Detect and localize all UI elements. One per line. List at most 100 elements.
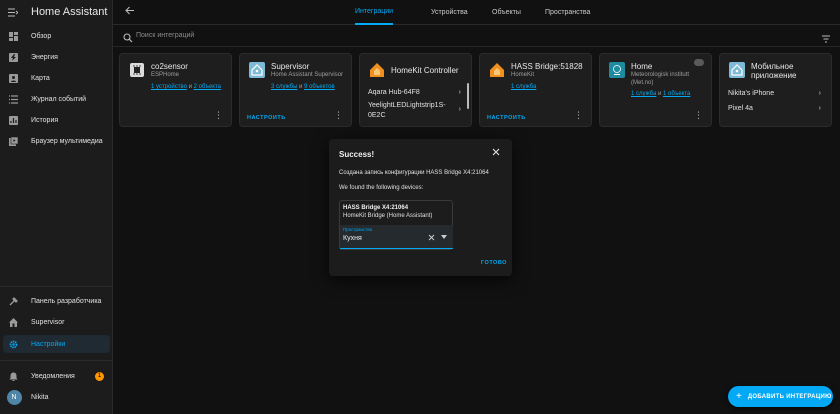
- card-links: 1 служба и 1 объекта: [631, 91, 690, 97]
- card-subtitle-2: (Met.no): [631, 80, 654, 86]
- media-icon: [3, 136, 23, 146]
- configure-button[interactable]: НАСТРОИТЬ: [247, 115, 286, 121]
- integration-card-hass-bridge[interactable]: HASS Bridge:51828 HomeKit 1 служба НАСТР…: [479, 53, 592, 127]
- area-input[interactable]: Кухня: [343, 235, 362, 242]
- services-link[interactable]: 3 службы: [271, 84, 297, 90]
- sidebar-item-notifications[interactable]: Уведомления 1: [3, 367, 110, 385]
- sidebar-item-energy[interactable]: Энергия: [3, 48, 110, 66]
- card-subtitle: ESPHome: [151, 72, 180, 78]
- integration-card-homekit-controller[interactable]: HomeKit Controller Aqara Hub-64F8 › Yeel…: [359, 53, 472, 127]
- devices-link[interactable]: 1 устройство: [151, 84, 187, 90]
- services-link[interactable]: 1 служба: [631, 91, 656, 97]
- card-links: 1 служба: [511, 84, 536, 90]
- tab-integrations[interactable]: Интеграции: [355, 0, 394, 25]
- entities-link[interactable]: 2 объекта: [194, 84, 221, 90]
- sidebar-item-label: История: [31, 116, 59, 124]
- device-row[interactable]: Nikita's iPhone: [728, 90, 774, 97]
- dropdown-arrow-icon[interactable]: [441, 235, 447, 241]
- sidebar-item-logbook[interactable]: Журнал событий: [3, 90, 110, 108]
- dialog-title: Success!: [339, 150, 375, 159]
- integration-card-supervisor[interactable]: Supervisor Home Assistant Supervisor 3 с…: [239, 53, 352, 127]
- success-dialog: Success! Создана запись конфигурации HAS…: [329, 139, 512, 276]
- search-icon: [123, 30, 133, 43]
- energy-icon: [3, 52, 23, 62]
- dialog-found-text: We found the following devices:: [339, 185, 424, 191]
- sidebar-item-label: Nikita: [31, 393, 49, 401]
- overflow-menu-icon[interactable]: ⋮: [574, 111, 583, 120]
- sidebar-item-settings[interactable]: Настройки: [3, 335, 110, 353]
- integration-card-co2sensor[interactable]: co2sensor ESPHome 1 устройство и 2 объек…: [119, 53, 232, 127]
- sidebar-item-supervisor[interactable]: Supervisor: [3, 313, 110, 331]
- card-subtitle: HomeKit: [511, 72, 535, 78]
- card-title: Home: [631, 62, 653, 71]
- link-conjunction: и: [186, 84, 194, 90]
- chevron-right-icon[interactable]: ›: [459, 89, 461, 96]
- menu-icon[interactable]: [8, 7, 18, 17]
- sidebar-item-map[interactable]: Карта: [3, 69, 110, 87]
- sidebar-divider: [0, 286, 113, 287]
- back-arrow-icon[interactable]: [125, 6, 135, 18]
- sidebar-item-label: Уведомления: [31, 372, 75, 380]
- area-field-label: Пространство: [343, 227, 373, 232]
- avatar: N: [6, 389, 22, 405]
- card-title-2: приложение: [751, 71, 797, 80]
- sidebar-item-overview[interactable]: Обзор: [3, 27, 110, 45]
- device-model: HomeKit Bridge (Home Assistant): [343, 213, 433, 219]
- card-title: HASS Bridge:51828: [511, 62, 583, 71]
- sidebar-item-label: Обзор: [31, 32, 52, 40]
- plus-icon: +: [736, 391, 742, 402]
- home-icon: [3, 317, 23, 327]
- overflow-menu-icon[interactable]: ⋮: [334, 111, 343, 120]
- clear-icon[interactable]: [428, 234, 435, 243]
- link-conjunction: и: [656, 91, 663, 97]
- device-row[interactable]: Pixel 4a: [728, 105, 753, 112]
- overflow-menu-icon[interactable]: ⋮: [694, 111, 703, 120]
- logbook-icon: [3, 94, 23, 104]
- card-title: Мобильное: [751, 62, 794, 71]
- card-links: 1 устройство и 2 объекта: [151, 84, 221, 90]
- sidebar-item-label: Настройки: [31, 340, 66, 348]
- card-links: 3 службы и 9 объектов: [271, 84, 335, 90]
- search-bar[interactable]: Поиск интеграций: [113, 27, 840, 47]
- area-picker[interactable]: Пространство Кухня: [340, 225, 453, 249]
- tab-devices[interactable]: Устройства: [431, 0, 468, 25]
- add-integration-button[interactable]: + ДОБАВИТЬ ИНТЕГРАЦИЮ: [728, 386, 833, 407]
- integration-card-mobile-app[interactable]: Мобильное приложение Nikita's iPhone › P…: [719, 53, 832, 127]
- card-title: HomeKit Controller: [391, 66, 459, 75]
- cloud-icon: [694, 59, 704, 66]
- met-no-logo-icon: [609, 62, 625, 78]
- integration-card-met-no[interactable]: Home Meteorologisk institutt (Met.no) 1 …: [599, 53, 712, 127]
- tab-areas[interactable]: Пространства: [545, 0, 590, 25]
- device-row[interactable]: Aqara Hub-64F8: [368, 89, 420, 96]
- entities-link[interactable]: 9 объектов: [304, 84, 335, 90]
- sidebar-item-media-browser[interactable]: Браузер мультимедиа: [3, 132, 110, 150]
- card-subtitle: Meteorologisk institutt: [631, 72, 690, 78]
- tab-entities[interactable]: Объекты: [492, 0, 521, 25]
- card-title: co2sensor: [151, 62, 188, 71]
- chevron-right-icon[interactable]: ›: [459, 106, 461, 113]
- sidebar-item-label: Журнал событий: [31, 95, 87, 103]
- notification-badge: 1: [95, 371, 104, 381]
- sidebar-item-label: Supervisor: [31, 318, 65, 326]
- overflow-menu-icon[interactable]: ⋮: [214, 111, 223, 120]
- sidebar: Home Assistant Обзор Энергия Карта Журна…: [0, 0, 113, 414]
- scrollbar[interactable]: [467, 83, 469, 109]
- services-link[interactable]: 1 служба: [511, 84, 536, 90]
- sidebar-item-history[interactable]: История: [3, 111, 110, 129]
- entities-link[interactable]: 1 объекта: [663, 91, 690, 97]
- sidebar-header: Home Assistant: [0, 0, 112, 24]
- search-input[interactable]: Поиск интеграций: [136, 32, 194, 39]
- close-icon[interactable]: [492, 148, 500, 159]
- sidebar-item-developer-tools[interactable]: Панель разработчика: [3, 292, 110, 310]
- filter-icon[interactable]: [821, 31, 831, 43]
- sidebar-item-label: Энергия: [31, 53, 58, 61]
- device-row[interactable]: YeelightLEDLightstrip1S-: [368, 102, 446, 109]
- configure-button[interactable]: НАСТРОИТЬ: [487, 115, 526, 121]
- done-button[interactable]: ГОТОВО: [481, 260, 507, 266]
- add-integration-label: ДОБАВИТЬ ИНТЕГРАЦИЮ: [747, 393, 832, 400]
- chevron-right-icon[interactable]: ›: [819, 105, 821, 112]
- chevron-right-icon[interactable]: ›: [819, 90, 821, 97]
- sidebar-item-profile[interactable]: N Nikita: [3, 388, 110, 406]
- sidebar-item-label: Панель разработчика: [31, 297, 102, 305]
- history-icon: [3, 115, 23, 125]
